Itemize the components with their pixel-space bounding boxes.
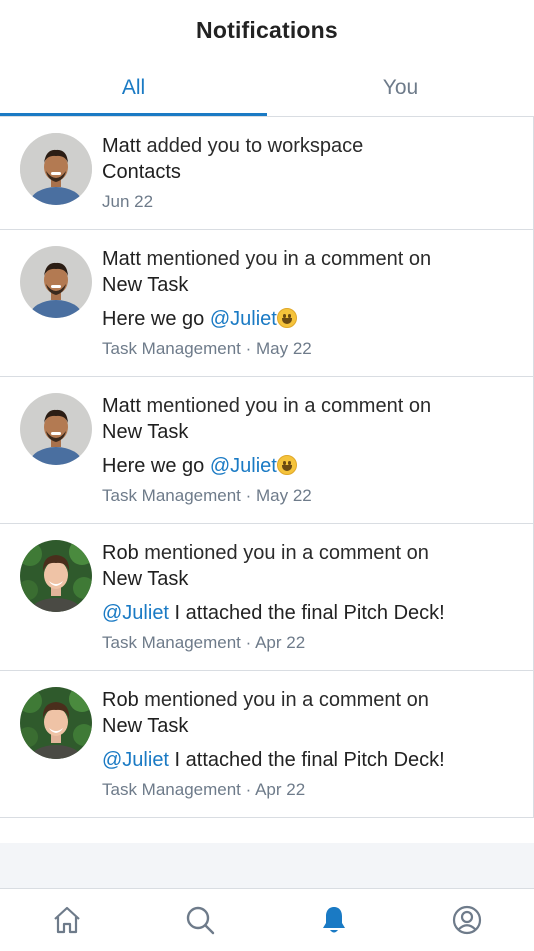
smile-emoji-icon — [276, 308, 297, 328]
notification-meta: Jun 22 — [102, 192, 154, 211]
action-text: mentioned you in a comment on — [138, 689, 429, 711]
comment-message: Here we go @Juliet — [102, 453, 522, 479]
matt-avatar — [20, 393, 92, 465]
mention-link[interactable]: @Juliet — [102, 602, 169, 624]
comment-message: @Juliet I attached the final Pitch Deck! — [102, 747, 522, 773]
actor-name: Rob — [102, 542, 139, 564]
action-text: added you to workspace — [140, 135, 364, 157]
mention-link[interactable]: @Juliet — [102, 749, 169, 771]
mention-link[interactable]: @Juliet — [210, 308, 277, 330]
nav-search[interactable] — [170, 895, 230, 945]
notification-list: Matt added you to workspace Contacts Jun… — [0, 116, 534, 818]
matt-avatar — [20, 133, 92, 205]
notification-item[interactable]: Matt mentioned you in a comment on New T… — [0, 230, 534, 377]
action-text: mentioned you in a comment on — [140, 248, 432, 270]
tab-bar: All You — [0, 60, 534, 116]
smile-emoji-icon — [276, 455, 297, 475]
tab-all[interactable]: All — [0, 60, 267, 116]
message-text: Here we go — [102, 455, 210, 477]
notification-meta: Task Management · Apr 22 — [102, 633, 306, 652]
bottom-nav — [0, 888, 534, 951]
search-icon — [187, 906, 215, 935]
notification-content: Matt mentioned you in a comment on New T… — [102, 393, 522, 507]
message-text: Here we go — [102, 308, 210, 330]
bell-icon — [322, 907, 345, 933]
notification-content: Matt mentioned you in a comment on New T… — [102, 246, 522, 360]
target-name: New Task — [102, 421, 189, 443]
message-text: I attached the final Pitch Deck! — [169, 602, 445, 624]
target-name: New Task — [102, 715, 189, 737]
target-name: New Task — [102, 274, 189, 296]
comment-message: @Juliet I attached the final Pitch Deck! — [102, 600, 522, 626]
list-footer-area — [0, 843, 534, 888]
notification-meta: Task Management · May 22 — [102, 339, 312, 358]
home-icon — [54, 906, 80, 934]
notification-item[interactable]: Rob mentioned you in a comment on New Ta… — [0, 524, 534, 671]
notification-item[interactable]: Matt mentioned you in a comment on New T… — [0, 377, 534, 524]
message-text: I attached the final Pitch Deck! — [169, 749, 445, 771]
rob-avatar — [20, 687, 92, 759]
comment-message: Here we go @Juliet — [102, 306, 522, 332]
nav-notifications[interactable] — [304, 895, 364, 945]
target-name: Contacts — [102, 161, 181, 183]
notification-content: Rob mentioned you in a comment on New Ta… — [102, 687, 522, 801]
notification-content: Rob mentioned you in a comment on New Ta… — [102, 540, 522, 654]
nav-home[interactable] — [37, 895, 97, 945]
mention-link[interactable]: @Juliet — [210, 455, 277, 477]
actor-name: Rob — [102, 689, 139, 711]
actor-name: Matt — [102, 248, 141, 270]
page-title: Notifications — [196, 16, 338, 43]
matt-avatar — [20, 246, 92, 318]
tab-you[interactable]: You — [267, 60, 534, 116]
action-text: mentioned you in a comment on — [138, 542, 429, 564]
notification-meta: Task Management · Apr 22 — [102, 780, 306, 799]
rob-avatar — [20, 540, 92, 612]
notification-item[interactable]: Rob mentioned you in a comment on New Ta… — [0, 671, 534, 818]
target-name: New Task — [102, 568, 189, 590]
actor-name: Matt — [102, 135, 141, 157]
actor-name: Matt — [102, 395, 141, 417]
action-text: mentioned you in a comment on — [140, 395, 432, 417]
notification-meta: Task Management · May 22 — [102, 486, 312, 505]
nav-profile[interactable] — [437, 895, 497, 945]
profile-icon — [453, 905, 482, 935]
header: Notifications — [0, 0, 534, 60]
notification-item[interactable]: Matt added you to workspace Contacts Jun… — [0, 117, 534, 230]
notification-content: Matt added you to workspace Contacts Jun… — [102, 133, 522, 213]
